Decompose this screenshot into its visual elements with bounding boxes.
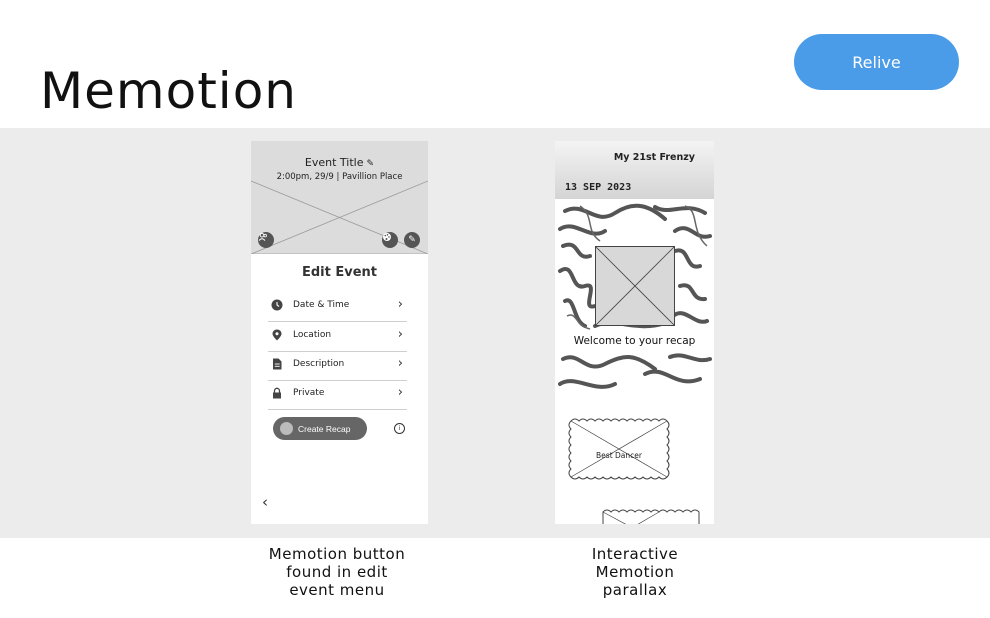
welcome-text: Welcome to your recap: [573, 335, 696, 347]
recap-date: 13 SEP 2023: [565, 182, 632, 193]
people-icon[interactable]: [258, 232, 274, 248]
back-chevron-icon[interactable]: ‹: [262, 493, 268, 511]
document-icon: [273, 358, 282, 370]
caption-line: Memotion: [595, 563, 675, 581]
chevron-right-icon: ›: [397, 356, 403, 371]
menu-item-date-time[interactable]: Date & Time ›: [268, 292, 407, 322]
recap-icon: [280, 422, 293, 435]
photo-placeholder-icon: [595, 246, 675, 326]
clock-icon: [271, 299, 283, 311]
edit-event-heading: Edit Event: [301, 265, 378, 280]
menu-item-label: Location: [293, 330, 332, 340]
recap-screen: My 21st Frenzy 13 SEP 2023 Welcome to yo…: [555, 141, 714, 524]
caption-line: parallax: [602, 581, 668, 599]
menu-item-description[interactable]: Description ›: [268, 351, 407, 381]
relive-button[interactable]: Relive: [794, 34, 959, 90]
lock-icon: [273, 387, 281, 399]
create-recap-button[interactable]: Create Recap: [273, 417, 367, 440]
event-title[interactable]: Event Title ✎: [251, 156, 428, 169]
caption-line: Memotion button: [268, 545, 406, 563]
stamp-badge-placeholder: [568, 418, 670, 480]
pencil-edit-icon[interactable]: ✎: [404, 232, 420, 248]
caption-line: found in edit: [286, 563, 388, 581]
edit-event-screen: Event Title ✎ 2:00pm, 29/9 | Pavillion Pl…: [251, 141, 428, 524]
caption-recap-screen: Interactive Memotion parallax: [535, 545, 735, 599]
chevron-right-icon: ›: [397, 297, 403, 312]
event-subtitle: 2:00pm, 29/9 | Pavillion Place: [276, 172, 403, 182]
create-recap-label: Create Recap: [298, 423, 351, 434]
recap-header: My 21st Frenzy 13 SEP 2023: [555, 141, 714, 199]
showcase-band: [0, 128, 990, 538]
menu-item-label: Description: [293, 359, 345, 369]
chevron-right-icon: ›: [397, 327, 403, 342]
info-icon[interactable]: i: [394, 423, 405, 434]
pencil-icon[interactable]: ✎: [367, 159, 375, 169]
menu-item-location[interactable]: Location ›: [268, 322, 407, 352]
menu-item-private[interactable]: Private ›: [268, 380, 407, 410]
caption-line: event menu: [289, 581, 385, 599]
badge-label: Best Dancer: [596, 451, 642, 460]
menu-item-label: Private: [293, 388, 325, 398]
chevron-right-icon: ›: [397, 385, 403, 400]
recap-title: My 21st Frenzy: [613, 152, 695, 163]
menu-item-label: Date & Time: [293, 300, 350, 310]
stamp-badge-partial: [602, 509, 700, 524]
event-title-text: Event Title: [304, 156, 364, 169]
page-title: Memotion: [40, 62, 297, 120]
location-pin-icon: [272, 329, 282, 341]
wavy-pattern-lower: [558, 353, 712, 389]
caption-edit-screen: Memotion button found in edit event menu: [237, 545, 437, 599]
caption-line: Interactive: [591, 545, 679, 563]
palette-icon[interactable]: [382, 232, 398, 248]
event-cover-placeholder: Event Title ✎ 2:00pm, 29/9 | Pavillion Pl…: [251, 141, 428, 254]
